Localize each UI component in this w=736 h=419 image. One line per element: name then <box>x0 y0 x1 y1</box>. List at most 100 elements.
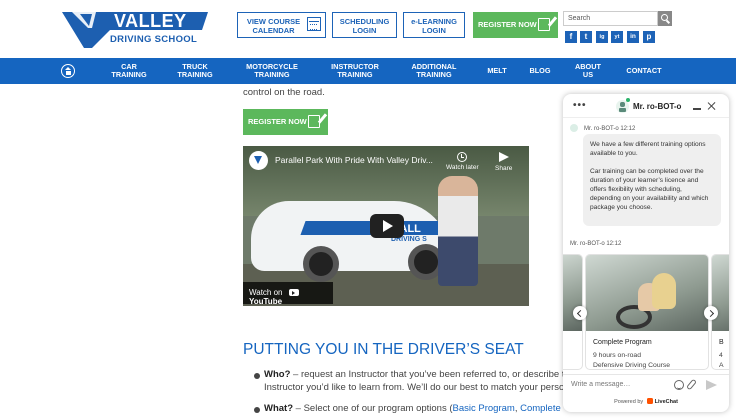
search-input[interactable]: Search <box>563 11 658 26</box>
bot-name: Mr. ro-BOT-o <box>633 102 682 111</box>
card-image <box>712 255 729 331</box>
message-meta: Mr. ro-BOT-o 12:12 <box>570 124 635 132</box>
youtube-video-embed[interactable]: VALL DRIVING S Parallel Park With Pride … <box>243 146 529 306</box>
elearning-login-button[interactable]: e-LEARNING LOGIN <box>403 12 465 38</box>
view-course-calendar-button[interactable]: VIEW COURSE CALENDAR <box>237 12 326 38</box>
message-paragraph: Car training can be completed over the d… <box>590 168 709 211</box>
play-icon[interactable] <box>370 214 404 238</box>
share-label: Share <box>495 165 513 172</box>
bullet-label: Who? <box>264 369 291 380</box>
bullet-label: What? <box>264 403 294 414</box>
intro-partial-line: control on the road. <box>243 87 325 98</box>
message-paragraph: We have a few different training options… <box>590 141 706 157</box>
card-detail: Defensive Driving Course <box>593 362 671 369</box>
search-icon[interactable] <box>658 11 672 26</box>
instagram-icon[interactable]: ig <box>596 31 608 43</box>
main-navigation: CAR TRAINING TRUCK TRAINING MOTORCYCLE TRAI… <box>0 58 736 84</box>
instructor-shape <box>652 273 676 309</box>
carousel-card-complete-program[interactable]: Complete Program 9 hours on-road Defensi… <box>585 254 709 370</box>
nav-label: US <box>582 70 594 79</box>
scheduling-login-button[interactable]: SCHEDULING LOGIN <box>332 12 397 38</box>
bullet-text: – request an Instructor that you’ve been… <box>290 369 564 380</box>
chat-message-input[interactable]: Write a message… <box>563 374 729 396</box>
share-button[interactable]: Share <box>495 152 512 172</box>
video-title[interactable]: Parallel Park With Pride With Valley Dri… <box>275 155 433 165</box>
card-image <box>586 255 708 331</box>
watch-later-button[interactable]: Watch later <box>446 152 479 171</box>
card-title: Complete Program <box>593 339 652 346</box>
section-title: PUTTING YOU IN THE DRIVER’S SEAT <box>243 341 524 358</box>
button-label-line2: CALENDAR <box>252 26 295 35</box>
nav-label: TRAINING <box>254 70 290 79</box>
logo-text-valley: VALLEY <box>114 11 187 31</box>
nav-car-training[interactable]: CAR TRAINING <box>98 58 160 84</box>
youtube-icon[interactable]: yt <box>611 31 623 43</box>
chat-input-placeholder: Write a message… <box>571 381 631 388</box>
button-label-line1: SCHEDULING <box>339 17 390 26</box>
video-instructor-figure <box>438 176 478 286</box>
nav-additional-training[interactable]: ADDITIONAL TRAINING <box>401 58 467 84</box>
video-car-wheel <box>303 246 339 282</box>
carousel-prev-icon[interactable] <box>573 306 587 320</box>
nav-label: TRAINING <box>416 70 452 79</box>
more-options-icon[interactable]: ••• <box>573 100 587 111</box>
register-label: REGISTER NOW <box>478 20 537 29</box>
online-status-dot <box>626 98 630 102</box>
nav-contact[interactable]: CONTACT <box>619 58 669 84</box>
pinterest-icon[interactable]: p <box>643 31 655 43</box>
minimize-icon[interactable] <box>693 108 701 110</box>
button-label-line2: LOGIN <box>422 26 446 35</box>
complete-program-link[interactable]: Complete Program <box>520 403 564 414</box>
bot-avatar-small <box>570 124 578 132</box>
watch-later-label: Watch later <box>446 164 479 171</box>
chat-header: ••• Mr. ro-BOT-o <box>563 94 729 118</box>
nav-instructor-training[interactable]: INSTRUCTOR TRAINING <box>322 58 388 84</box>
watch-on-label: Watch on <box>249 288 283 297</box>
channel-logo-icon[interactable] <box>249 151 268 170</box>
register-now-content-button[interactable]: REGISTER NOW <box>243 109 328 135</box>
site-header: VALLEY DRIVING SCHOOL VIEW COURSE CALEND… <box>0 0 736 58</box>
watch-on-youtube-button[interactable]: Watch on YouTube <box>243 282 333 306</box>
message-meta: Mr. ro-BOT-o 12:12 <box>570 241 622 247</box>
who-paragraph-line2: Instructor you’d like to learn from. We’… <box>264 382 564 393</box>
program-carousel: Complete Program 9 hours on-road Defensi… <box>563 254 729 370</box>
powered-by-livechat[interactable]: Powered by LiveChat <box>563 398 729 405</box>
nav-blog[interactable]: BLOG <box>524 58 556 84</box>
carousel-next-icon[interactable] <box>704 306 718 320</box>
basic-program-link[interactable]: Basic Program <box>453 403 515 414</box>
facebook-icon[interactable]: f <box>565 31 577 43</box>
chat-message-bubble: We have a few different training options… <box>583 134 721 226</box>
bullet-point <box>254 407 260 413</box>
calendar-icon <box>307 17 321 31</box>
powered-prefix: Powered by <box>614 399 644 405</box>
nav-motorcycle-training[interactable]: MOTORCYCLE TRAINING <box>236 58 308 84</box>
youtube-logo-icon <box>288 289 299 296</box>
logo-text-driving-school: DRIVING SCHOOL <box>110 34 198 45</box>
nav-label: CONTACT <box>626 66 662 75</box>
message-meta-text: Mr. ro-BOT-o 12:12 <box>584 126 636 132</box>
nav-truck-training[interactable]: TRUCK TRAINING <box>164 58 226 84</box>
home-icon[interactable] <box>61 64 75 78</box>
close-icon[interactable] <box>706 101 716 111</box>
edit-icon <box>308 115 320 128</box>
emoji-icon[interactable] <box>674 380 684 390</box>
attachment-icon[interactable] <box>686 378 697 391</box>
button-label-line1: e-LEARNING <box>411 17 457 26</box>
livechat-logo-icon <box>646 398 653 404</box>
share-icon <box>498 152 509 162</box>
register-now-header-button[interactable]: REGISTER NOW <box>473 12 558 38</box>
nav-about-us[interactable]: ABOUT US <box>570 58 606 84</box>
twitter-icon[interactable]: t <box>580 31 592 43</box>
card-title: B <box>719 339 724 346</box>
livechat-widget: ••• Mr. ro-BOT-o Mr. ro-BOT-o 12:12 We h… <box>563 94 729 412</box>
send-icon[interactable] <box>706 380 717 390</box>
linkedin-icon[interactable]: in <box>627 31 639 43</box>
register-label: REGISTER NOW <box>248 117 307 126</box>
nav-melt[interactable]: MELT <box>481 58 513 84</box>
card-detail: 9 hours on-road <box>593 352 641 359</box>
nav-label: TRAINING <box>177 70 213 79</box>
nav-label: BLOG <box>529 66 551 75</box>
nav-label: TRAINING <box>111 70 147 79</box>
powered-brand: LiveChat <box>654 399 678 405</box>
valley-driving-school-logo[interactable]: VALLEY DRIVING SCHOOL <box>62 10 208 48</box>
